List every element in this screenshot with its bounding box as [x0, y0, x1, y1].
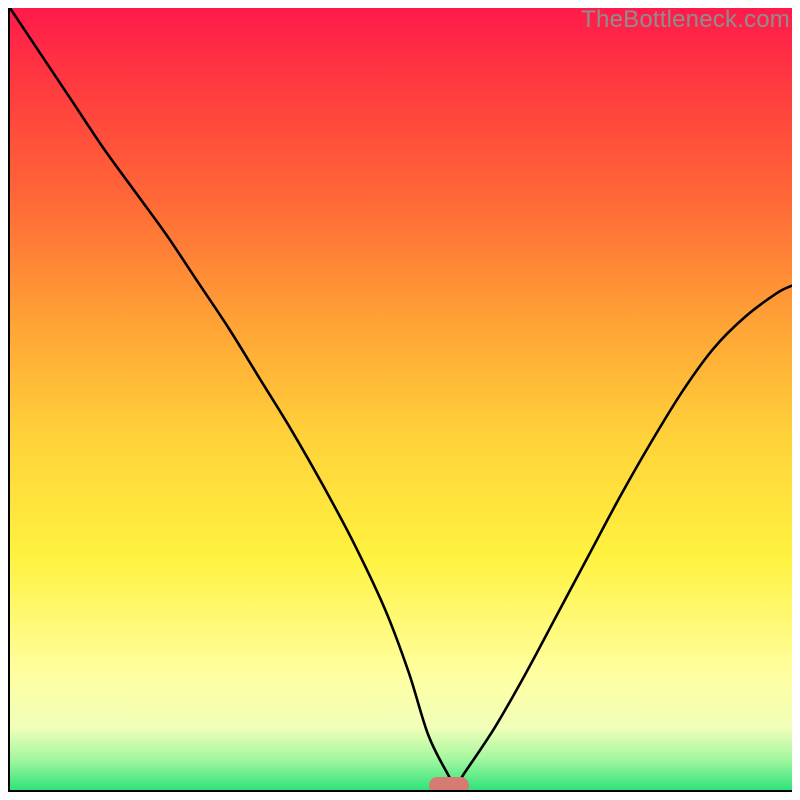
- plot-area: [8, 8, 792, 792]
- bottleneck-curve-path: [10, 8, 792, 786]
- optimal-point-marker: [429, 777, 468, 792]
- bottleneck-chart: TheBottleneck.com: [0, 0, 800, 800]
- curve-layer: [10, 8, 792, 790]
- watermark-text: TheBottleneck.com: [581, 6, 790, 34]
